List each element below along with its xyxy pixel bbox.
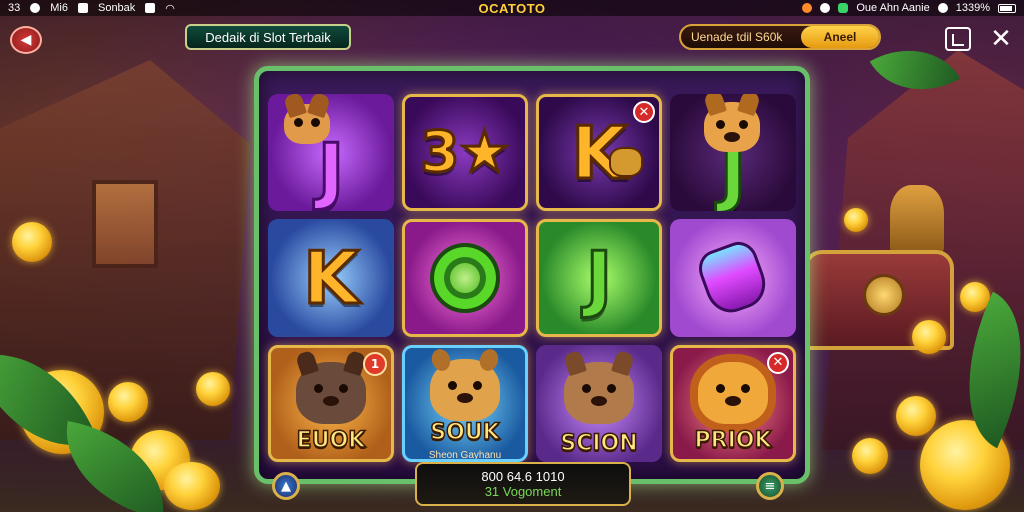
status-right-text: Oue Ahn Aanie	[856, 2, 930, 14]
alert-icon	[802, 3, 813, 13]
dog-icon	[563, 350, 635, 425]
status-time: 33	[8, 2, 21, 14]
reel-tile[interactable]: ✕ PRIOK	[670, 344, 796, 462]
close-badge-icon[interactable]: ✕	[767, 351, 789, 374]
tile-name: SCION	[560, 430, 639, 457]
settings-icon: ≡	[764, 478, 776, 494]
notification-icon	[30, 3, 41, 13]
status-item: Mi6	[50, 2, 68, 14]
battery-percent: 1339%	[955, 2, 990, 14]
balance-value: 800 64.6 1010	[481, 469, 565, 484]
sync-icon	[820, 3, 831, 13]
fullscreen-icon[interactable]	[945, 27, 971, 51]
lion-icon	[698, 362, 768, 425]
back-button[interactable]: ◀	[10, 26, 42, 54]
status-brand: OCATOTO	[478, 0, 546, 16]
gem-icon	[693, 236, 773, 320]
notice-pill: Uenade tdil S60k Aneel	[679, 24, 881, 50]
tile-sub-label: Sheon Gayhanu	[428, 450, 502, 461]
battery-icon	[998, 3, 1016, 13]
reel-symbol: 3★	[419, 119, 511, 185]
statue-decoration	[890, 185, 944, 255]
reel-tile[interactable]: J	[536, 219, 662, 337]
reel-tile[interactable]: J	[268, 94, 394, 212]
reel-symbol: J	[584, 235, 614, 320]
reel-tile[interactable]: K	[268, 219, 394, 337]
promo-pill-label: Dedaik di Slot Terbaik	[205, 29, 331, 45]
coin-decoration	[164, 462, 220, 510]
back-arrow-icon: ◀	[20, 32, 32, 48]
coin-decoration	[852, 438, 888, 474]
status-item: Sonbak	[97, 2, 136, 14]
app-icon	[77, 3, 88, 13]
reel-tile[interactable]	[670, 219, 796, 337]
reel-symbol: K	[302, 235, 361, 320]
cat-head-icon	[703, 94, 761, 152]
wifi-icon: ◠	[165, 2, 175, 15]
coin-decoration	[896, 396, 936, 436]
status-bar: 33 Mi6 Sonbak ◠ OCATOTO Oue Ahn Aanie 13…	[0, 0, 1024, 16]
tile-name: PRIOK	[694, 427, 773, 454]
coin-decoration	[844, 208, 868, 232]
promo-pill[interactable]: Dedaik di Slot Terbaik	[185, 24, 351, 50]
swirl-icon	[430, 242, 500, 313]
signal-icon	[937, 3, 948, 13]
reel-tile[interactable]: 1 EUOK	[268, 344, 394, 462]
settings-round-button[interactable]: ≡	[756, 472, 784, 500]
balance-panel: 800 64.6 1010 31 Vogoment	[415, 462, 631, 506]
close-icon[interactable]: ✕	[988, 26, 1014, 52]
menu-round-button[interactable]: ▲	[272, 472, 300, 500]
dog-head-icon	[283, 94, 331, 144]
messenger-icon	[838, 3, 849, 13]
wolf-icon	[295, 350, 367, 425]
reel-symbol: J	[316, 127, 346, 212]
poster-decoration	[92, 180, 158, 268]
gallery-icon	[145, 3, 156, 13]
tile-name: EUOK	[296, 427, 366, 454]
notice-action-button[interactable]: Aneel	[801, 26, 879, 48]
bag-icon	[609, 147, 643, 177]
balance-label: 31 Vogoment	[484, 484, 562, 499]
menu-icon: ▲	[281, 478, 291, 494]
tile-name: SOUK	[430, 419, 501, 446]
reel-tile[interactable]: SCION	[536, 344, 662, 462]
coin-decoration	[912, 320, 946, 354]
reel-tile[interactable]	[402, 219, 528, 337]
close-badge-icon[interactable]: ✕	[633, 101, 655, 123]
bear-icon	[429, 347, 501, 422]
reel-tile[interactable]: SOUK Sheon Gayhanu	[402, 344, 528, 462]
reel-tile[interactable]: 3★	[402, 94, 528, 212]
coin-decoration	[108, 382, 148, 422]
notice-pill-text: Uenade tdil S60k	[691, 30, 783, 44]
count-badge: 1	[363, 351, 387, 376]
reel-grid: J 3★ K ✕ J K J 1 EUOK SOUK Sheon Gayhanu…	[268, 94, 796, 462]
coin-decoration	[12, 222, 52, 262]
coin-decoration	[196, 372, 230, 406]
reel-tile[interactable]: K ✕	[536, 94, 662, 212]
reel-tile[interactable]: J	[670, 94, 796, 212]
